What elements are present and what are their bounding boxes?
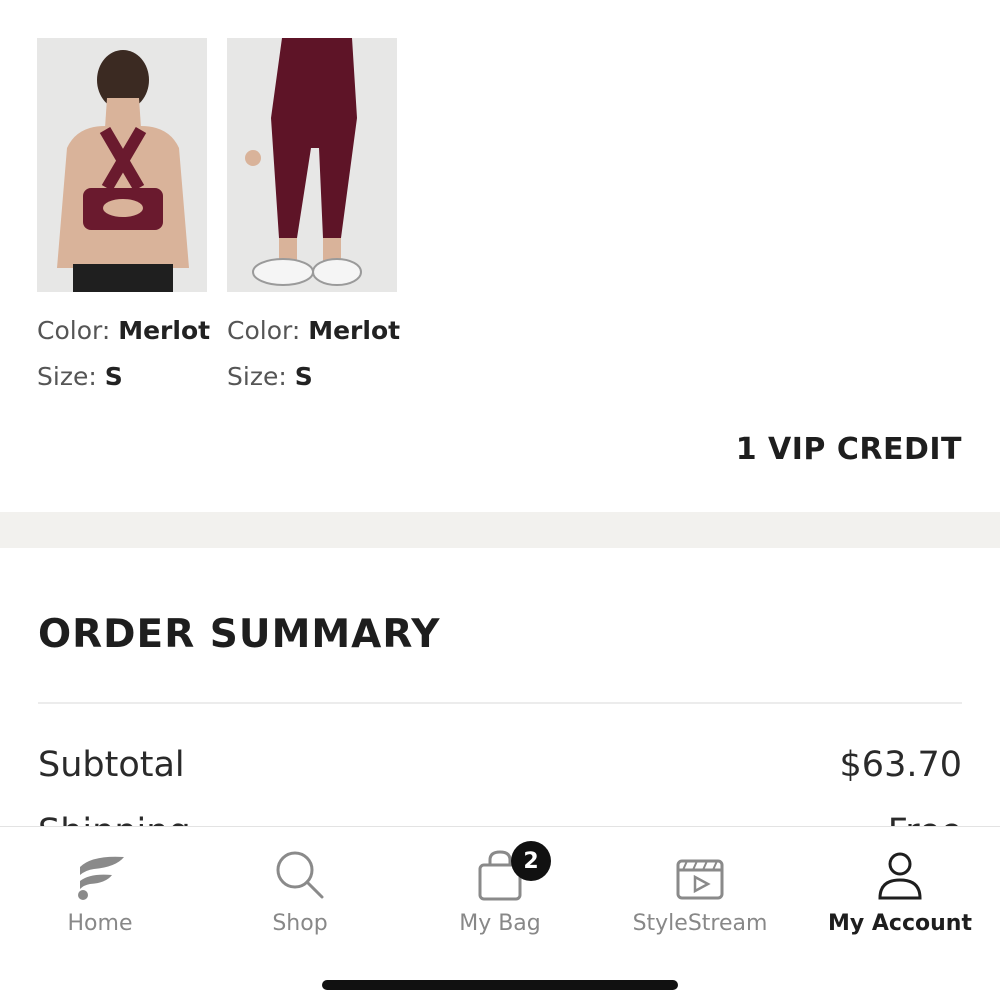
section-divider-band	[0, 512, 1000, 548]
subtotal-label: Subtotal	[38, 745, 185, 785]
shopping-bag-icon: 2	[475, 827, 551, 901]
tab-my-account-label: My Account	[828, 911, 972, 936]
shipping-label: Shipping	[38, 812, 191, 826]
item-size: Size: S	[37, 362, 123, 391]
product-image-leggings[interactable]	[227, 38, 397, 292]
item-details: Color: Merlot Size: S	[227, 308, 401, 400]
item-size: Size: S	[227, 362, 313, 391]
tab-shop[interactable]: Shop	[200, 827, 400, 936]
item-color: Color: Merlot	[227, 316, 401, 345]
user-icon	[877, 827, 923, 901]
subtotal-value: $63.70	[839, 745, 962, 785]
tab-my-account[interactable]: My Account	[800, 827, 1000, 936]
item-color: Color: Merlot	[37, 316, 211, 345]
bag-item-sports-bra: Color: Merlot Size: S	[37, 38, 211, 400]
brand-logo-icon	[72, 827, 128, 901]
bag-count-badge: 2	[511, 841, 551, 881]
tab-stylestream[interactable]: StyleStream	[600, 827, 800, 936]
tab-my-bag[interactable]: 2 My Bag	[400, 827, 600, 936]
tab-home-label: Home	[67, 911, 133, 936]
tab-home[interactable]: Home	[0, 827, 200, 936]
tab-my-bag-label: My Bag	[459, 911, 541, 936]
item-details: Color: Merlot Size: S	[37, 308, 211, 400]
bag-item-leggings: Color: Merlot Size: S	[227, 38, 401, 400]
summary-divider	[38, 702, 962, 704]
tab-shop-label: Shop	[272, 911, 328, 936]
video-clapper-icon	[675, 827, 725, 901]
bottom-tab-bar: Home Shop 2 My Bag StyleStream My Accoun…	[0, 826, 1000, 1001]
subtotal-row: Subtotal $63.70	[38, 745, 962, 785]
tab-stylestream-label: StyleStream	[632, 911, 768, 936]
shipping-value: Free	[888, 812, 962, 826]
order-summary-title: ORDER SUMMARY	[38, 612, 441, 657]
home-indicator[interactable]	[322, 980, 678, 990]
vip-credit-price: 1 VIP CREDIT	[735, 432, 962, 467]
bag-items: Color: Merlot Size: S Color: Merlot Size…	[37, 38, 401, 400]
shipping-row-clipped: Shipping Free	[38, 812, 962, 826]
product-image-sports-bra[interactable]	[37, 38, 207, 292]
search-icon	[274, 827, 326, 901]
